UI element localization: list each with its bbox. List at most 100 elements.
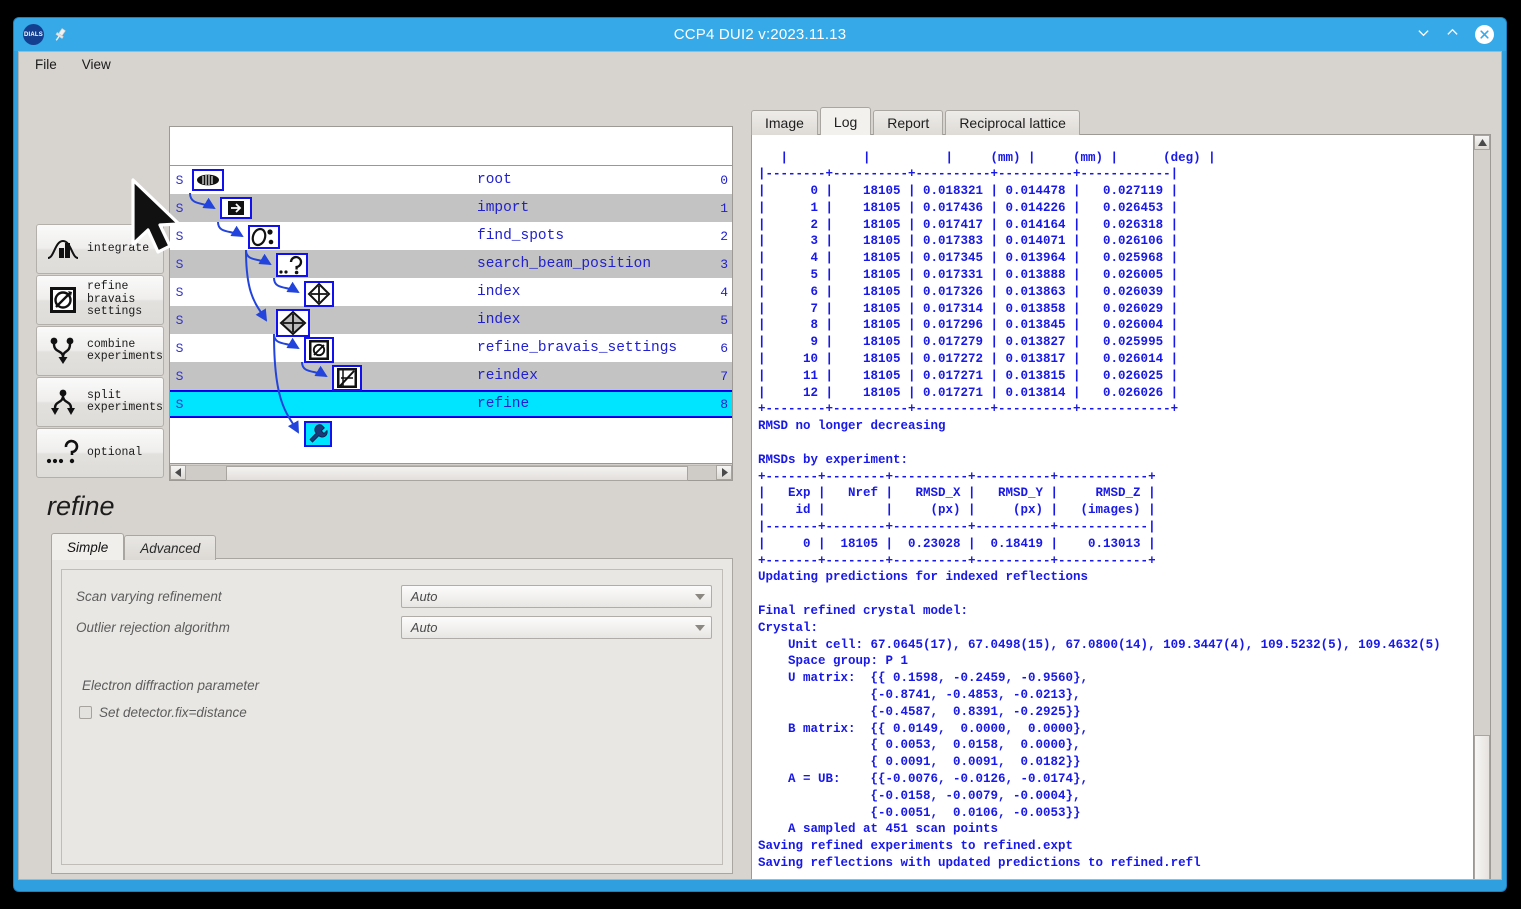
field-label: Scan varying refinement [76,589,222,604]
tab-simple[interactable]: Simple [51,533,125,560]
application-window: DIALS CCP4 DUI2 v:2023.11.13 File View i… [14,18,1506,891]
tree-row-status: S [175,200,184,216]
window-controls [1386,25,1506,44]
form-tab-bar: Simple Advanced [51,533,217,560]
tree-row-import[interactable]: S import 1 [170,194,732,222]
checkbox-set-detector-fix-distance[interactable]: Set detector.fix=distance [79,705,247,720]
tree-row-number: 1 [720,200,728,216]
tab-report[interactable]: Report [873,110,944,135]
title-bar-left: DIALS [14,24,134,45]
tree-header [170,127,732,166]
checkbox-box[interactable] [79,706,92,719]
chevron-down-icon [695,593,705,600]
output-tab-bar: Image Log Report Reciprocal lattice [751,107,1082,135]
form-panel: Scan varying refinement Auto Outlier rej… [51,558,733,874]
tab-log[interactable]: Log [819,107,872,135]
tab-image[interactable]: Image [751,110,818,135]
tree-row-number: 5 [720,312,728,328]
minimize-button[interactable] [1417,26,1435,44]
tree-row-label: reindex [477,368,538,384]
right-panel: Image Log Report Reciprocal lattice | | … [735,77,1497,879]
pipeline-tree[interactable]: S root 0 S import 1 S find_spots 2 S sea… [169,126,733,481]
import-icon[interactable] [220,197,252,219]
refine-wrench-icon[interactable] [304,421,332,447]
tree-row-label: find_spots [477,228,565,244]
tree-row-status: S [175,368,184,384]
index-icon[interactable] [304,281,334,307]
log-output-panel[interactable]: | | | (mm) | (mm) | (deg) | |--------+--… [751,134,1491,879]
action-button-combine-experiments[interactable]: combine experiments [36,326,164,376]
combine-experiments-icon [46,334,80,368]
log-vertical-scrollbar[interactable] [1473,135,1490,879]
title-bar: DIALS CCP4 DUI2 v:2023.11.13 [14,18,1506,51]
menu-item-view[interactable]: View [82,57,111,72]
menu-item-file[interactable]: File [35,57,57,72]
outlier-rejection-algorithm-select[interactable]: Auto [400,616,712,639]
section-title-electron-diffraction: Electron diffraction parameter [82,678,260,693]
tree-row-label: refine [477,396,530,412]
tree-row-label: index [477,284,521,300]
tree-row-label: search_beam_position [477,256,652,272]
tree-row-number: 0 [720,172,728,188]
menu-bar: File View [19,52,1501,76]
action-label-combine-experiments: combine experiments [87,337,163,363]
tree-row-number: 3 [720,256,728,272]
tree-horizontal-scrollbar[interactable] [170,463,732,481]
scan-varying-refinement-select[interactable]: Auto [400,585,712,608]
tree-row-status: S [175,172,184,188]
tab-advanced[interactable]: Advanced [124,535,217,560]
window-title: CCP4 DUI2 v:2023.11.13 [673,26,847,43]
tree-row-status: S [175,312,184,328]
action-button-optional[interactable]: optional [36,428,164,478]
root-icon[interactable] [192,169,224,191]
tree-row-number: 6 [720,340,728,356]
reindex-icon[interactable] [332,365,362,391]
integrate-icon [46,232,80,266]
tree-row-status: S [175,396,184,412]
tree-row-refine-selected[interactable]: S refine 8 [170,390,732,418]
scroll-left-icon[interactable] [170,464,186,480]
action-button-refine-bravais-settings[interactable]: refine bravais settings [36,275,164,325]
tree-row-label: index [477,312,521,328]
log-text: | | | (mm) | (mm) | (deg) | |--------+--… [758,150,1441,870]
action-label-integrate: integrate [87,241,150,255]
action-button-split-experiments[interactable]: split experiments [36,377,164,427]
tree-row-number: 8 [720,396,728,412]
tree-scroll-thumb[interactable] [226,465,688,481]
left-panel: integrate refine bravais settings combin… [19,77,733,879]
select-value: Auto [410,589,438,604]
tree-row-label: root [477,172,512,188]
tree-row-label: import [477,200,530,216]
field-outlier-rejection-algorithm: Outlier rejection algorithm Auto [76,616,712,639]
action-button-integrate[interactable]: integrate [36,224,164,274]
log-scroll-thumb[interactable] [1474,735,1490,879]
tree-row-root[interactable]: S root 0 [170,166,732,194]
find-spots-icon[interactable] [248,225,280,249]
pin-icon[interactable] [52,27,68,43]
index-icon[interactable] [276,309,310,337]
search-beam-icon[interactable] [276,253,308,277]
tree-scroll-track[interactable] [186,464,716,481]
field-label: Outlier rejection algorithm [76,620,230,635]
tree-row-number: 7 [720,368,728,384]
tree-row-refine-bravais-settings[interactable]: S refine_bravais_settings 6 [170,334,732,362]
tree-row-reindex[interactable]: S reindex 7 [170,362,732,390]
tree-row-search-beam-position[interactable]: S search_beam_position 3 [170,250,732,278]
scroll-up-icon[interactable] [1474,135,1490,150]
tree-row-status: S [175,256,184,272]
form-inner-frame: Scan varying refinement Auto Outlier rej… [61,569,723,865]
tree-row-index-1[interactable]: S index 4 [170,278,732,306]
content-area: integrate refine bravais settings combin… [19,77,1501,879]
tree-row-number: 4 [720,284,728,300]
action-label-split-experiments: split experiments [87,388,163,414]
close-icon [1480,30,1489,39]
tree-row-index-2[interactable]: S index 5 [170,306,732,334]
chevron-down-icon [695,624,705,631]
tab-reciprocal-lattice[interactable]: Reciprocal lattice [945,110,1080,135]
maximize-button[interactable] [1446,26,1464,44]
refine-bravais-icon[interactable] [304,337,334,363]
scroll-right-icon[interactable] [716,464,732,480]
action-label-refine-bravais-settings: refine bravais settings [87,280,143,319]
tree-row-status: S [175,228,184,244]
close-button[interactable] [1475,25,1494,44]
